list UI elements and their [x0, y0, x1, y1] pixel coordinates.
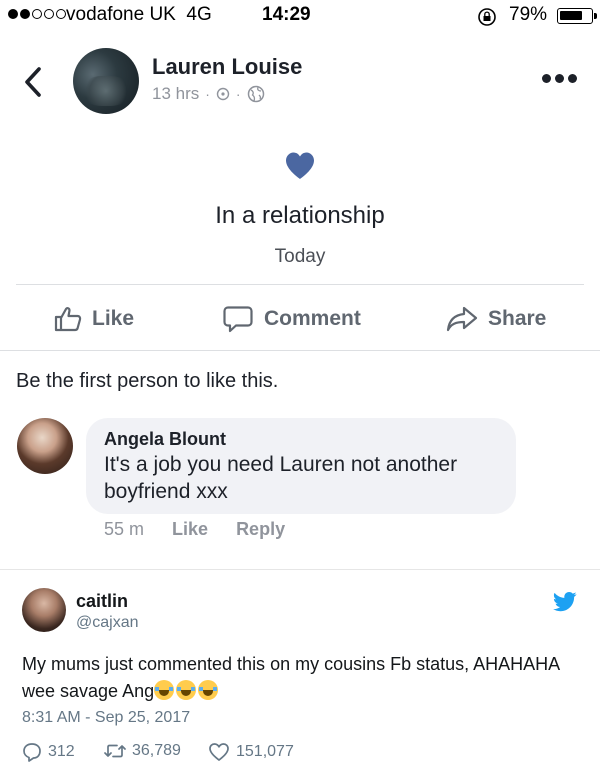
tweet-text: My mums just commented this on my cousin… [22, 654, 560, 701]
post-author-name[interactable]: Lauren Louise [152, 54, 302, 80]
tears-of-joy-emoji [198, 680, 219, 700]
life-event-icon [216, 87, 230, 101]
tears-of-joy-emoji [176, 680, 197, 700]
tweet-like-button[interactable]: 151,077 [208, 742, 294, 762]
divider [0, 350, 600, 351]
comment-button[interactable]: Comment [222, 302, 361, 336]
life-event-title: In a relationship [215, 202, 385, 229]
avatar[interactable] [17, 418, 73, 474]
share-button[interactable]: Share [446, 302, 546, 336]
divider [0, 569, 600, 570]
battery-icon [557, 8, 597, 24]
comment-meta: 55 m Like Reply [104, 519, 285, 540]
more-options-icon[interactable] [542, 74, 577, 83]
thumbs-up-icon [54, 307, 82, 332]
tweet-author-name[interactable]: caitlin [76, 591, 128, 612]
post-time[interactable]: 13 hrs [152, 84, 199, 104]
comment-like-button[interactable]: Like [172, 519, 208, 540]
comment-author-name[interactable]: Angela Blount [104, 429, 226, 450]
tweet-author-handle[interactable]: @cajxan [76, 614, 139, 632]
avatar[interactable] [73, 48, 139, 114]
avatar[interactable] [22, 588, 66, 632]
comment-icon [223, 306, 253, 333]
tears-of-joy-emoji-group [154, 680, 220, 701]
retweet-button[interactable]: 36,789 [104, 742, 181, 760]
share-arrow-icon [446, 306, 478, 332]
status-time: 14:29 [262, 4, 311, 25]
comment-time: 55 m [104, 519, 145, 539]
rotation-lock-icon [478, 8, 496, 26]
heart-icon [286, 152, 314, 179]
heart-outline-icon [209, 743, 229, 761]
comment-reply-button[interactable]: Reply [236, 519, 285, 540]
tears-of-joy-emoji [154, 680, 175, 700]
back-chevron-icon[interactable] [22, 66, 44, 98]
battery-percent: 79% [509, 4, 548, 25]
life-event-date: Today [274, 246, 326, 267]
like-button[interactable]: Like [54, 302, 134, 336]
likes-summary: Be the first person to like this. [16, 370, 279, 392]
retweet-icon [104, 744, 126, 758]
carrier-label: vodafone UK 4G [66, 4, 212, 25]
status-bar: vodafone UK 4G 14:29 79% [0, 0, 600, 32]
tweet-timestamp[interactable]: 8:31 AM - Sep 25, 2017 [22, 709, 190, 727]
post-meta: 13 hrs · · [152, 84, 265, 104]
twitter-bird-icon [553, 592, 577, 612]
globe-icon [247, 85, 264, 103]
comment-text: It's a job you need Lauren not another b… [104, 453, 458, 503]
divider [16, 284, 584, 285]
reply-icon [23, 743, 41, 762]
signal-strength-icon [8, 9, 66, 19]
reply-button[interactable]: 312 [22, 742, 75, 762]
